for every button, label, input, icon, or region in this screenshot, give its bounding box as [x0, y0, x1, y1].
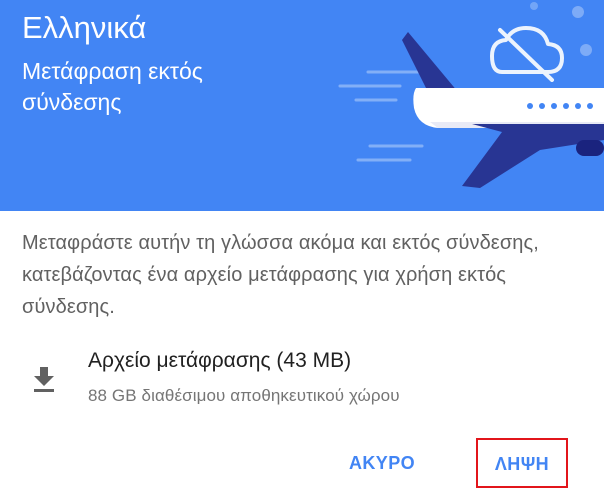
- cancel-button[interactable]: ΑΚΥΡΟ: [328, 440, 436, 486]
- language-title: Ελληνικά: [22, 10, 147, 45]
- storage-available-text: 88 GB διαθέσιμου αποθηκευτικού χώρου: [88, 386, 400, 405]
- download-button[interactable]: ΛΗΨΗ: [476, 438, 568, 488]
- airplane-offline-illustration: [338, 2, 604, 188]
- download-icon: [34, 367, 54, 392]
- file-title: Αρχείο μετάφρασης (43 MB): [88, 349, 352, 372]
- dialog-banner: Ελληνικά Μετάφραση εκτός σύνδεσης: [0, 0, 604, 211]
- translation-file-row: Αρχείο μετάφρασης (43 MB) 88 GB διαθέσιμ…: [0, 345, 604, 415]
- offline-translation-dialog: Ελληνικά Μετάφραση εκτός σύνδεσης Μεταφρ…: [0, 0, 604, 500]
- description-text: Μεταφράστε αυτήν τη γλώσσα ακόμα και εκτ…: [22, 232, 539, 318]
- banner-subtitle: Μετάφραση εκτός σύνδεσης: [22, 58, 203, 115]
